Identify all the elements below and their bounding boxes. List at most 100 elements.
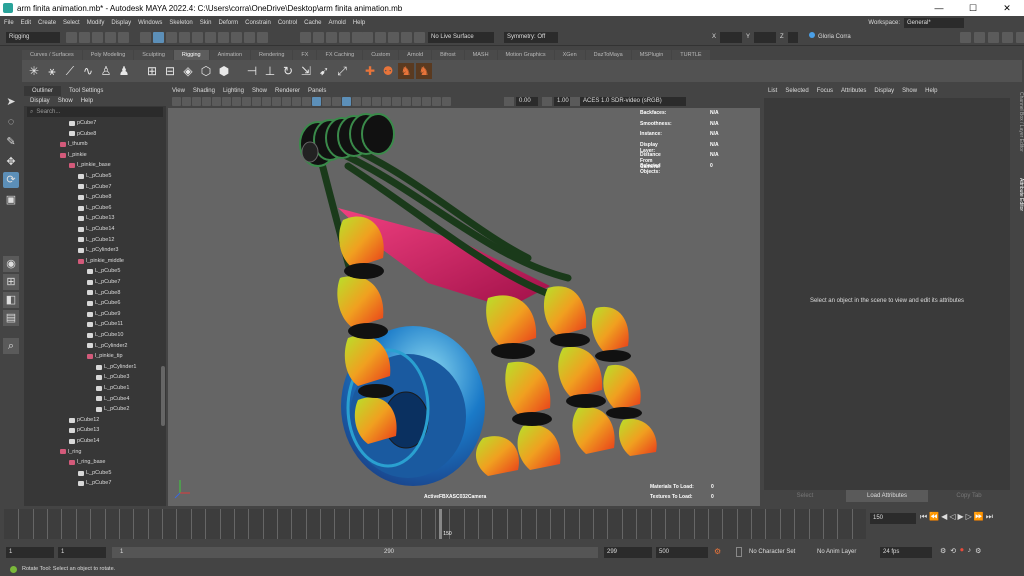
insert-joint-icon[interactable]: ⚹: [44, 63, 60, 79]
fps-dropdown[interactable]: 24 fps: [880, 547, 932, 558]
unbind-skin-icon[interactable]: ⊟: [162, 63, 178, 79]
outliner-mesh-item[interactable]: pCube7: [69, 118, 96, 129]
menu-help[interactable]: Help: [353, 20, 365, 26]
create-joints-icon[interactable]: ✳: [26, 63, 42, 79]
outliner-joint-item[interactable]: l_pinkie_middle: [78, 256, 124, 267]
single-perspective-layout-icon[interactable]: ◉: [3, 256, 19, 272]
gate-mask-icon[interactable]: [262, 97, 271, 106]
quick-rig-icon[interactable]: ♙: [98, 63, 114, 79]
shelf-tab-fx[interactable]: FX: [293, 50, 317, 60]
outliner-joint-item[interactable]: l_thumb: [60, 139, 88, 150]
motion-blur-icon[interactable]: [382, 97, 391, 106]
character-set-dropdown[interactable]: No Character Set: [746, 547, 810, 558]
start-time-field[interactable]: 1: [6, 547, 54, 558]
tab-attribute-editor[interactable]: Attribute Editor: [1014, 178, 1024, 211]
menu-file[interactable]: File: [4, 20, 14, 26]
ae-menu-show[interactable]: Show: [902, 86, 917, 96]
image-plane-icon[interactable]: [202, 97, 211, 106]
anti-aliasing-icon[interactable]: [392, 97, 401, 106]
ae-menu-display[interactable]: Display: [874, 86, 894, 96]
human-ik-icon[interactable]: ♟: [116, 63, 132, 79]
shelf-tab-xgen[interactable]: XGen: [554, 50, 585, 60]
live-surface-field[interactable]: No Live Surface: [428, 32, 494, 43]
new-scene-icon[interactable]: [66, 32, 77, 43]
bookmark-icon[interactable]: [192, 97, 201, 106]
shelf-tab-custom[interactable]: Custom: [363, 50, 399, 60]
snap-view-plane-icon[interactable]: [339, 32, 350, 43]
shelf-tab-mash[interactable]: MASH: [464, 50, 497, 60]
load-attributes-button[interactable]: Load Attributes: [846, 490, 928, 502]
ik-handle-icon[interactable]: ⟋: [62, 63, 78, 79]
exposure-field[interactable]: 0.00: [516, 97, 538, 106]
locator-icon[interactable]: ✚: [362, 63, 378, 79]
lattice-icon[interactable]: ⬡: [198, 63, 214, 79]
outliner-joint-item[interactable]: l_ring_base: [69, 457, 105, 468]
menu-create[interactable]: Create: [38, 20, 56, 26]
resolution-gate-icon[interactable]: [252, 97, 261, 106]
menu-constrain[interactable]: Constrain: [245, 20, 271, 26]
scale-tool-icon[interactable]: ▣: [3, 192, 19, 208]
character-rig-alt-icon[interactable]: ♞: [416, 63, 432, 79]
character-controls-icon[interactable]: [974, 32, 985, 43]
outliner-mesh-item[interactable]: pCube12: [69, 415, 99, 426]
tab-channel-box[interactable]: Channel Box / Layer Editor: [1014, 92, 1024, 152]
mask-surface-icon[interactable]: [205, 32, 216, 43]
xray-components-icon[interactable]: [442, 97, 451, 106]
outliner-mesh-item[interactable]: L_pCube13: [78, 213, 114, 224]
minimize-button[interactable]: —: [922, 0, 956, 16]
ae-menu-selected[interactable]: Selected: [785, 86, 808, 96]
menu-edit[interactable]: Edit: [21, 20, 31, 26]
outliner-mesh-item[interactable]: L_pCube7: [87, 277, 120, 288]
color-management-icon[interactable]: [570, 97, 580, 106]
field-chart-icon[interactable]: [272, 97, 281, 106]
move-tool-icon[interactable]: ✥: [3, 154, 19, 170]
camera-attributes-icon[interactable]: [182, 97, 191, 106]
ambient-occlusion-icon[interactable]: [372, 97, 381, 106]
menu-control[interactable]: Control: [278, 20, 297, 26]
shelf-tab-arnold[interactable]: Arnold: [399, 50, 432, 60]
four-view-layout-icon[interactable]: ⊞: [3, 274, 19, 290]
shelf-tab-animation[interactable]: Animation: [209, 50, 251, 60]
viewport-menu-shading[interactable]: Shading: [193, 86, 215, 96]
outliner-mesh-item[interactable]: pCube13: [69, 425, 99, 436]
point-constraint-icon[interactable]: ⊥: [262, 63, 278, 79]
outliner-mesh-item[interactable]: L_pCube3: [96, 372, 129, 383]
outliner-mesh-item[interactable]: L_pCube1: [96, 383, 129, 394]
paint-select-tool-icon[interactable]: ✎: [3, 134, 19, 150]
render-frame-icon[interactable]: [375, 32, 386, 43]
outliner-mesh-item[interactable]: L_pCube7: [78, 182, 111, 193]
current-frame-field[interactable]: 150: [870, 513, 916, 524]
outliner-mesh-item[interactable]: L_pCube11: [87, 319, 123, 330]
outliner-mesh-item[interactable]: L_pCube9: [87, 309, 120, 320]
exposure-icon[interactable]: [504, 97, 514, 106]
menuset-dropdown[interactable]: Rigging: [6, 32, 60, 43]
shelf-tab-motion-graphics[interactable]: Motion Graphics: [497, 50, 554, 60]
workspace-dropdown[interactable]: General*: [904, 18, 964, 28]
user-account-button[interactable]: Gloria Corra: [806, 32, 884, 43]
go-to-end-icon[interactable]: ⏭: [986, 512, 993, 522]
go-to-start-icon[interactable]: ⏮: [920, 512, 927, 522]
shelf-tab-poly-modeling[interactable]: Poly Modeling: [82, 50, 134, 60]
outliner-mesh-item[interactable]: L_pCube8: [78, 192, 111, 203]
symmetry-dropdown[interactable]: Symmetry: Off: [504, 32, 558, 43]
menu-display[interactable]: Display: [111, 20, 131, 26]
z-field[interactable]: [788, 32, 798, 43]
outliner-scrollbar[interactable]: [161, 366, 165, 426]
anim-layer-dropdown[interactable]: No Anim Layer: [814, 547, 876, 558]
outliner-mesh-item[interactable]: L_pCube7: [78, 478, 111, 489]
menu-skeleton[interactable]: Skeleton: [169, 20, 192, 26]
view-transform-dropdown[interactable]: ACES 1.0 SDR-video (sRGB): [580, 97, 686, 106]
pole-vector-icon[interactable]: ⤢: [334, 63, 350, 79]
save-scene-icon[interactable]: [92, 32, 103, 43]
outliner-mesh-item[interactable]: L_pCube2: [96, 404, 129, 415]
viewport-menu-lighting[interactable]: Lighting: [223, 86, 244, 96]
undo-icon[interactable]: [105, 32, 116, 43]
outliner-mesh-item[interactable]: pCube14: [69, 436, 99, 447]
select-object-icon[interactable]: [153, 32, 164, 43]
menu-windows[interactable]: Windows: [138, 20, 162, 26]
mask-render-icon[interactable]: [244, 32, 255, 43]
shelf-tab-msplugin[interactable]: MSPlugin: [631, 50, 672, 60]
wireframe-on-shaded-icon[interactable]: [332, 97, 341, 106]
outliner-mesh-item[interactable]: L_pCube10: [87, 330, 123, 341]
snap-point-icon[interactable]: [326, 32, 337, 43]
